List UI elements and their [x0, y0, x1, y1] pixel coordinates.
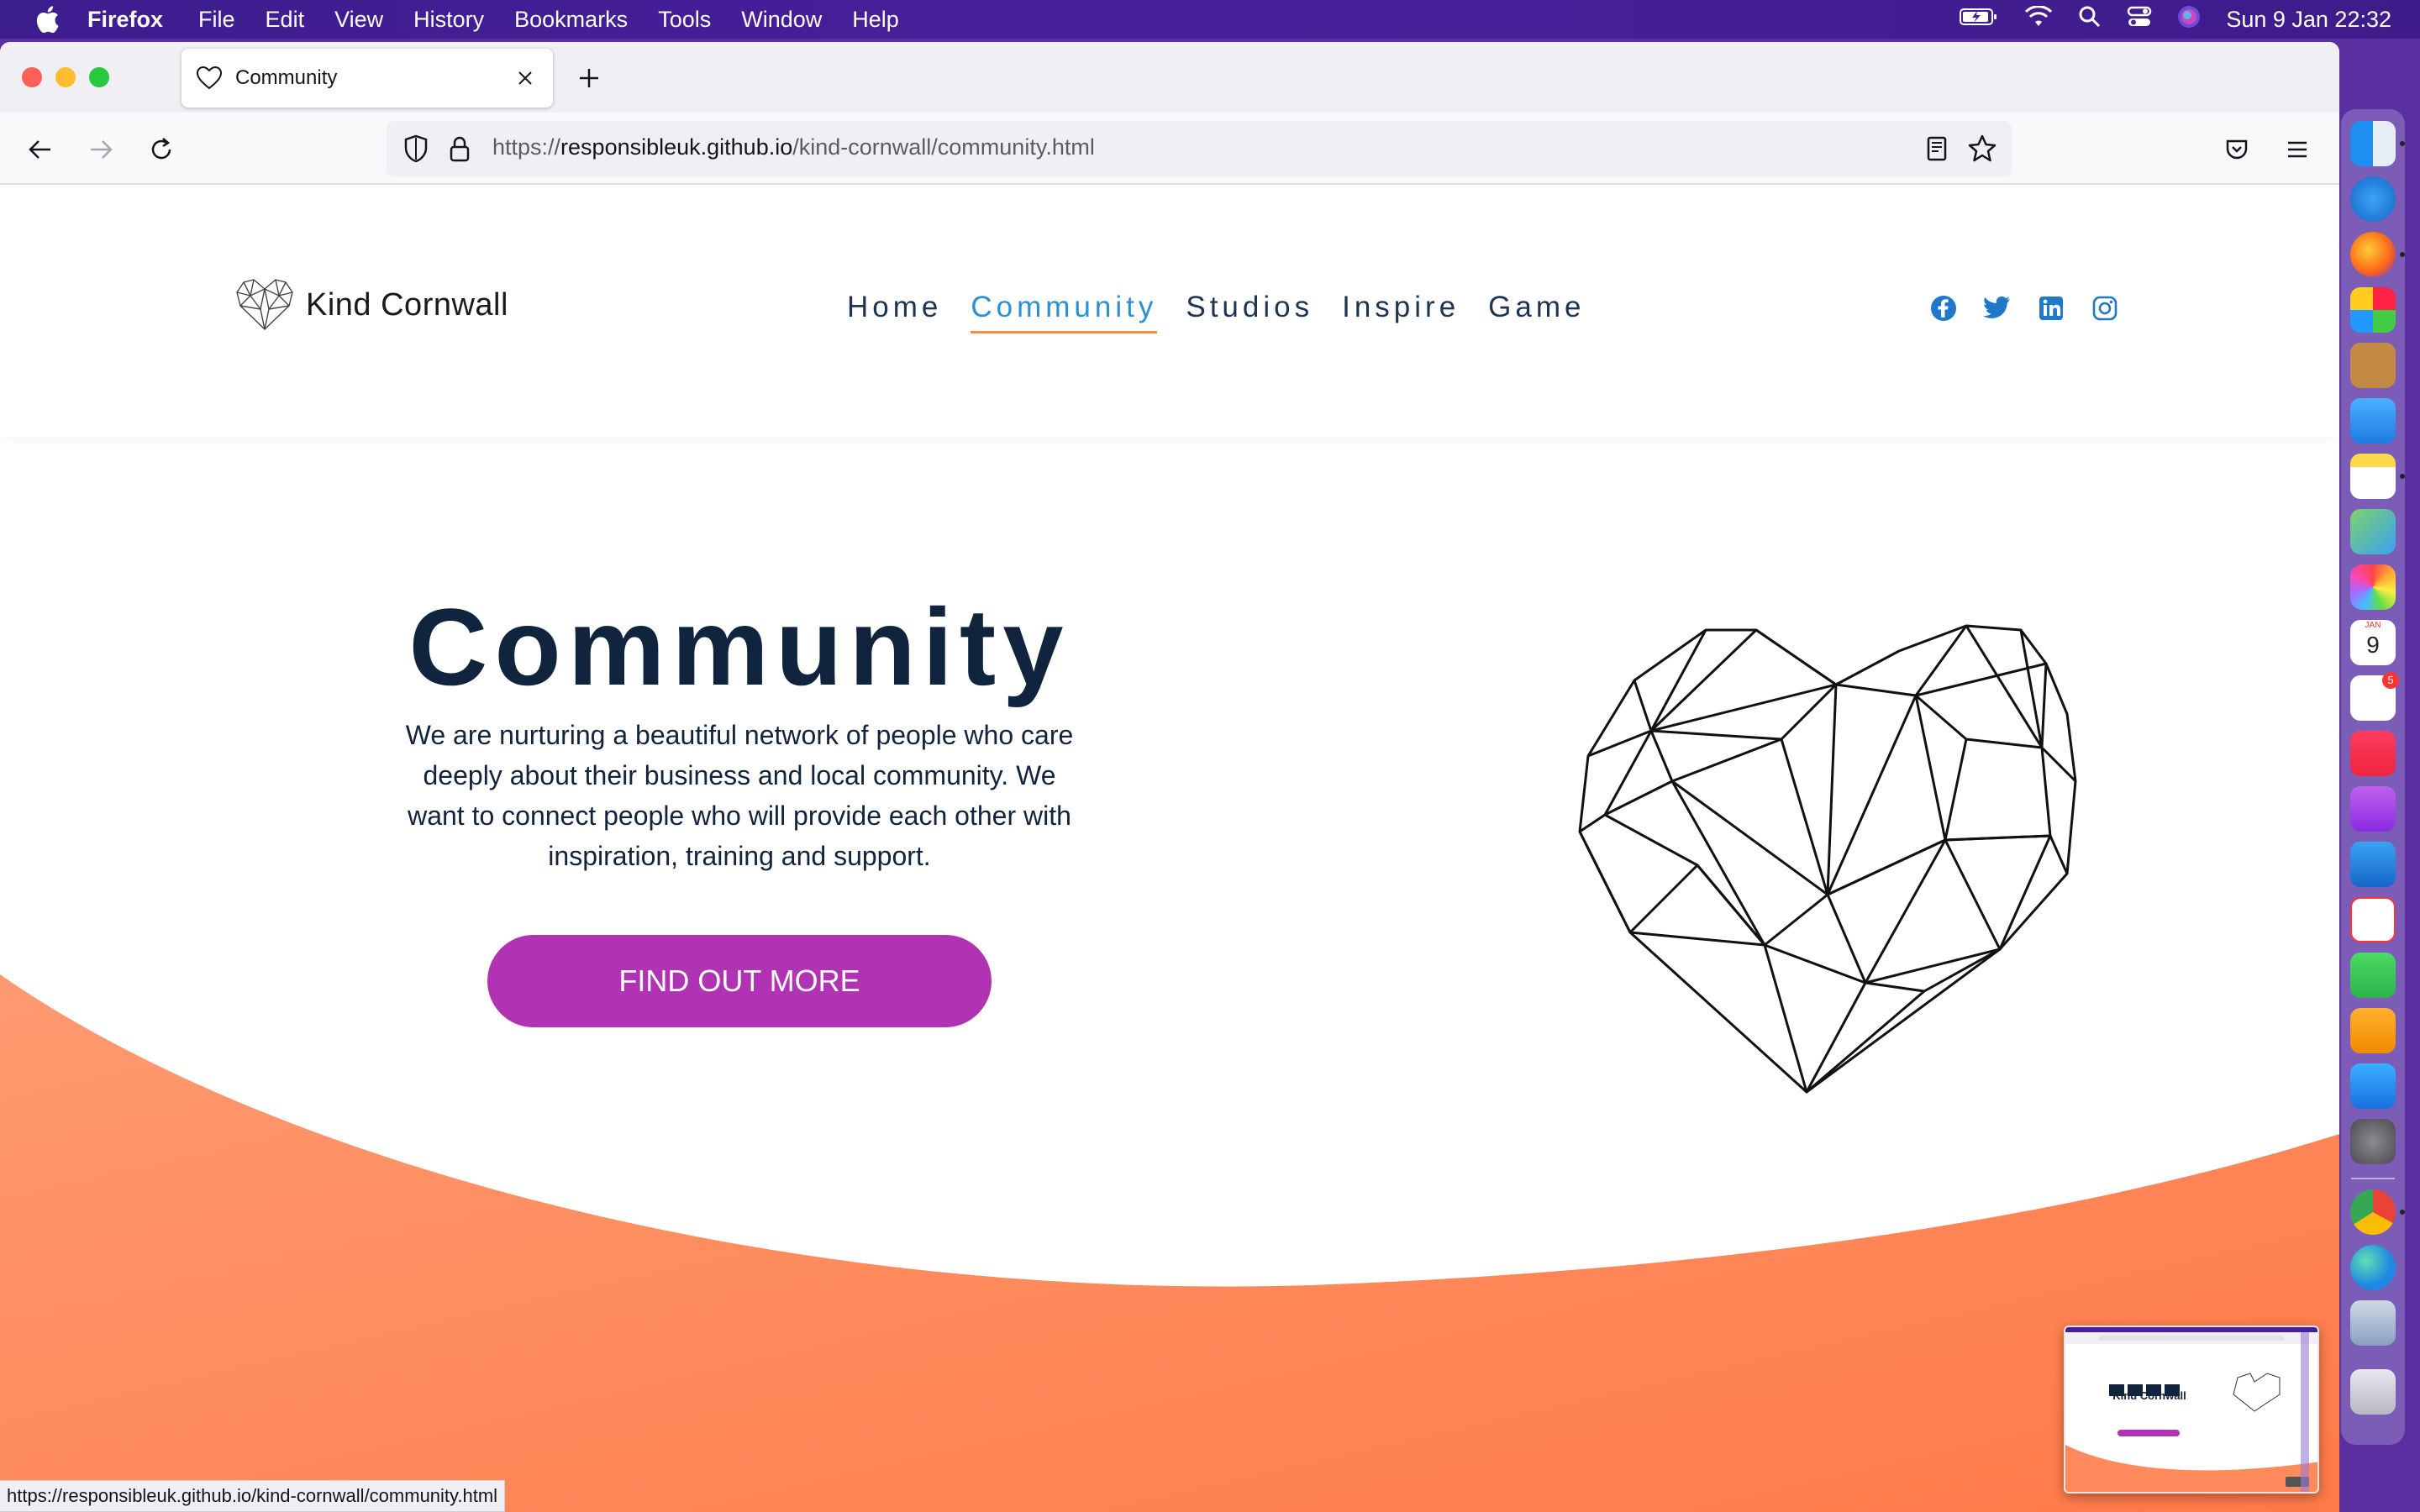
- tab-community[interactable]: Community: [182, 49, 553, 108]
- calendar-month: JAN: [2365, 621, 2381, 630]
- lock-icon[interactable]: [444, 133, 476, 165]
- forward-icon[interactable]: [82, 131, 119, 168]
- menu-tools[interactable]: Tools: [658, 7, 711, 33]
- link-status-bar: https://responsibleuk.github.io/kind-cor…: [0, 1480, 506, 1512]
- reader-view-icon[interactable]: [1921, 133, 1953, 165]
- maps-icon[interactable]: [2350, 509, 2396, 554]
- thumbnail-title: Kind Cornwall: [2112, 1389, 2186, 1402]
- instagram-icon[interactable]: [2091, 294, 2119, 323]
- site-header: Kind Cornwall Home Community Studios Ins…: [0, 185, 2339, 437]
- finder-running-indicator: [2400, 141, 2405, 146]
- url-host: responsibleuk.github.io: [560, 134, 793, 160]
- wifi-icon[interactable]: [2024, 4, 2053, 34]
- numbers-icon[interactable]: [2350, 953, 2396, 998]
- page-viewport: Kind Cornwall Home Community Studios Ins…: [0, 185, 2339, 1512]
- reload-icon[interactable]: [143, 131, 180, 168]
- menu-clock[interactable]: Sun 9 Jan 22:32: [2226, 7, 2391, 33]
- hamburger-menu-icon[interactable]: [2279, 131, 2316, 168]
- nav-link-community[interactable]: Community: [971, 291, 1158, 333]
- control-center-icon[interactable]: [2127, 5, 2152, 34]
- notes-running-indicator: [2400, 474, 2405, 479]
- close-window-button[interactable]: [22, 67, 42, 87]
- close-tab-icon[interactable]: [513, 66, 538, 91]
- pocket-icon[interactable]: [2218, 131, 2255, 168]
- reminders-badge: 5: [2382, 672, 2399, 689]
- linkedin-icon[interactable]: [2037, 294, 2065, 323]
- menu-help[interactable]: Help: [852, 7, 899, 33]
- menu-view[interactable]: View: [334, 7, 383, 33]
- trash-icon[interactable]: [2350, 1369, 2396, 1415]
- firefox-running-indicator: [2400, 252, 2405, 257]
- downloads-stack-icon[interactable]: [2350, 1300, 2396, 1346]
- nav-link-game[interactable]: Game: [1488, 291, 1585, 333]
- menu-app-name[interactable]: Firefox: [87, 7, 163, 33]
- geometric-heart-illustration: [1578, 624, 2077, 1094]
- url-text[interactable]: https://responsibleuk.github.io/kind-cor…: [492, 134, 1095, 160]
- contacts-icon[interactable]: [2350, 343, 2396, 388]
- edge-icon[interactable]: [2350, 1245, 2396, 1290]
- facebook-icon[interactable]: [1929, 294, 1958, 323]
- logo-text: Kind Cornwall: [306, 286, 508, 323]
- menu-window[interactable]: Window: [741, 7, 822, 33]
- nav-link-studios[interactable]: Studios: [1186, 291, 1313, 333]
- launchpad-icon[interactable]: [2350, 287, 2396, 333]
- finder-icon[interactable]: [2350, 121, 2396, 166]
- twitter-icon[interactable]: [1983, 294, 2012, 323]
- notes-icon[interactable]: [2350, 454, 2396, 499]
- firefox-icon[interactable]: [2350, 232, 2396, 277]
- bookmark-star-icon[interactable]: [1966, 133, 1998, 165]
- music-icon[interactable]: [2350, 731, 2396, 776]
- back-icon[interactable]: [22, 131, 59, 168]
- spotlight-search-icon[interactable]: [2078, 5, 2102, 34]
- menu-file[interactable]: File: [198, 7, 235, 33]
- minimize-window-button[interactable]: [55, 67, 76, 87]
- calendar-day: 9: [2366, 632, 2380, 658]
- dock-separator: [2351, 1178, 2395, 1179]
- hero-description: We are nurturing a beautiful network of …: [405, 720, 1074, 871]
- macos-dock: JAN 9 5: [2341, 109, 2405, 1445]
- geometric-heart-logo-icon: [236, 279, 293, 330]
- safari-icon[interactable]: [2350, 176, 2396, 222]
- address-bar[interactable]: https://responsibleuk.github.io/kind-cor…: [387, 121, 2012, 176]
- menu-edit[interactable]: Edit: [266, 7, 305, 33]
- system-preferences-icon[interactable]: [2350, 1119, 2396, 1164]
- tab-bar: Community: [0, 42, 2339, 113]
- thumbnail-preview-image: [2065, 1327, 2317, 1492]
- main-nav: Home Community Studios Inspire Game: [847, 291, 1585, 333]
- menu-bookmarks[interactable]: Bookmarks: [514, 7, 628, 33]
- screenshot-thumbnail[interactable]: Kind Cornwall: [2064, 1326, 2319, 1494]
- tab-title: Community: [235, 66, 338, 89]
- page-title: Community: [408, 585, 1071, 708]
- news-icon[interactable]: [2350, 897, 2396, 942]
- photos-icon[interactable]: [2350, 564, 2396, 610]
- apple-icon[interactable]: [32, 4, 62, 34]
- navigation-toolbar: https://responsibleuk.github.io/kind-cor…: [0, 113, 2339, 185]
- new-tab-icon[interactable]: [573, 62, 605, 94]
- zoom-window-button[interactable]: [89, 67, 109, 87]
- tracking-protection-shield-icon[interactable]: [400, 133, 432, 165]
- chrome-running-indicator: [2400, 1210, 2405, 1215]
- pages-icon[interactable]: [2350, 1008, 2396, 1053]
- url-scheme: https://: [492, 134, 561, 160]
- app-store-icon[interactable]: [2350, 1063, 2396, 1109]
- battery-icon[interactable]: [1959, 7, 1999, 33]
- podcasts-icon[interactable]: [2350, 786, 2396, 832]
- reminders-icon[interactable]: 5: [2350, 672, 2399, 721]
- site-logo[interactable]: Kind Cornwall: [235, 277, 508, 333]
- firefox-window: Community https://responsibleuk.github.i: [0, 42, 2339, 1512]
- chrome-icon[interactable]: [2350, 1189, 2396, 1235]
- siri-icon[interactable]: [2177, 5, 2201, 34]
- find-out-more-button[interactable]: FIND OUT MORE: [487, 935, 992, 1027]
- heart-favicon-icon: [195, 64, 224, 92]
- calendar-icon[interactable]: JAN 9: [2350, 620, 2396, 665]
- nav-link-inspire[interactable]: Inspire: [1342, 291, 1460, 333]
- macos-menu-bar: Firefox File Edit View History Bookmarks…: [0, 0, 2420, 39]
- mail-icon[interactable]: [2350, 398, 2396, 444]
- social-links: [1929, 294, 2119, 323]
- url-path: /kind-cornwall/community.html: [792, 134, 1095, 160]
- menu-history[interactable]: History: [413, 7, 484, 33]
- keynote-icon[interactable]: [2350, 842, 2396, 887]
- nav-link-home[interactable]: Home: [847, 291, 942, 333]
- hero-section: Community We are nurturing a beautiful n…: [361, 592, 1118, 1027]
